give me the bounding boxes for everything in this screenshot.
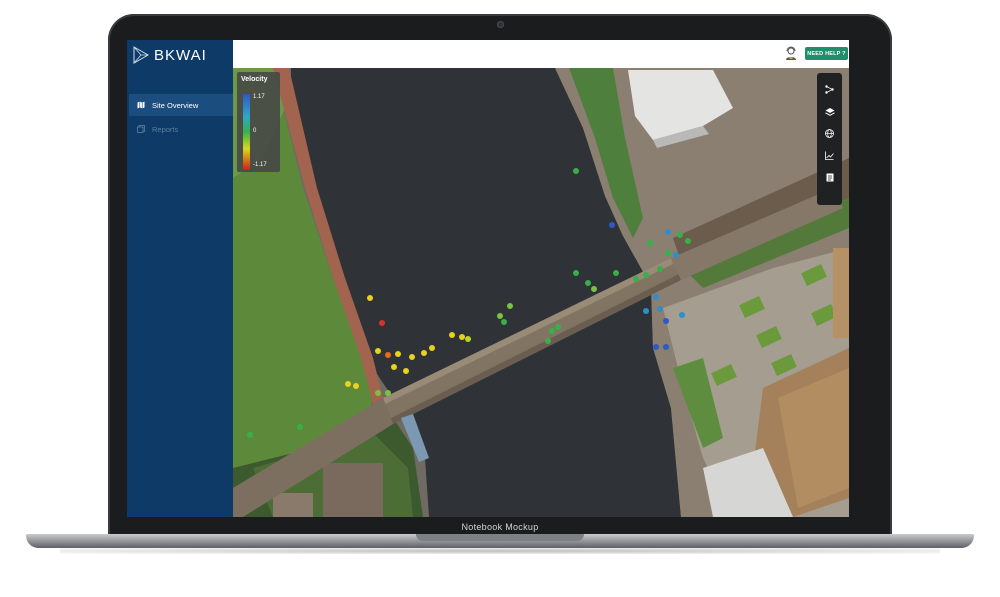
map-toolbar xyxy=(817,73,842,205)
legend-max-label: 1.17 xyxy=(253,94,265,100)
sidebar-item-reports[interactable]: Reports xyxy=(129,118,233,140)
velocity-point[interactable] xyxy=(367,295,373,301)
layers-icon xyxy=(824,107,835,116)
velocity-point[interactable] xyxy=(653,344,659,350)
reports-icon xyxy=(137,125,145,133)
sidebar-item-label: Site Overview xyxy=(152,100,199,110)
velocity-point[interactable] xyxy=(353,383,359,389)
legend-mid-label: 0 xyxy=(253,128,257,134)
velocity-point[interactable] xyxy=(545,338,551,344)
velocity-point[interactable] xyxy=(449,332,455,338)
velocity-point[interactable] xyxy=(403,368,409,374)
sidebar-item-site-overview[interactable]: Site Overview xyxy=(129,94,233,116)
velocity-point[interactable] xyxy=(663,344,669,350)
top-bar xyxy=(233,40,849,67)
logo-icon xyxy=(133,46,149,64)
app-screen: BKWAI Site Overview Reports NEED HELP ? xyxy=(127,40,849,517)
camera-icon xyxy=(497,21,504,28)
velocity-point[interactable] xyxy=(375,390,381,396)
velocity-point[interactable] xyxy=(573,168,579,174)
velocity-point[interactable] xyxy=(501,319,507,325)
laptop-base-notch xyxy=(416,534,584,541)
velocity-point[interactable] xyxy=(647,240,653,246)
velocity-point[interactable] xyxy=(653,294,659,300)
velocity-point[interactable] xyxy=(385,390,391,396)
velocity-point[interactable] xyxy=(685,238,691,244)
velocity-point[interactable] xyxy=(673,252,679,258)
map-view[interactable]: Velocity 1.17 0 -1.17 xyxy=(233,68,849,517)
device-label: Notebook Mockup xyxy=(461,522,539,532)
velocity-point[interactable] xyxy=(613,270,619,276)
legend-min-label: -1.17 xyxy=(253,162,267,168)
velocity-point[interactable] xyxy=(573,270,579,276)
sidebar-item-label: Reports xyxy=(152,124,179,134)
velocity-point[interactable] xyxy=(679,312,685,318)
aerial-map xyxy=(233,68,849,517)
velocity-point[interactable] xyxy=(429,345,435,351)
velocity-point[interactable] xyxy=(585,280,591,286)
velocity-point[interactable] xyxy=(497,313,503,319)
support-agent-icon[interactable] xyxy=(784,46,798,61)
globe-tool[interactable] xyxy=(823,127,836,140)
velocity-point[interactable] xyxy=(657,266,663,272)
velocity-point[interactable] xyxy=(465,336,471,342)
logo-text: BKWAI xyxy=(154,46,207,64)
velocity-point[interactable] xyxy=(591,286,597,292)
connect-icon xyxy=(825,85,834,94)
document-tool[interactable] xyxy=(823,171,836,184)
velocity-point[interactable] xyxy=(609,222,615,228)
map-icon xyxy=(137,101,145,109)
sidebar: BKWAI Site Overview Reports xyxy=(127,40,233,517)
need-help-button[interactable]: NEED HELP ? xyxy=(805,47,848,60)
velocity-point[interactable] xyxy=(409,354,415,360)
velocity-point[interactable] xyxy=(657,306,663,312)
velocity-point[interactable] xyxy=(247,432,253,438)
velocity-point[interactable] xyxy=(507,303,513,309)
legend-title: Velocity xyxy=(241,76,268,83)
velocity-point[interactable] xyxy=(391,364,397,370)
velocity-point[interactable] xyxy=(633,276,639,282)
document-icon xyxy=(826,173,833,182)
velocity-point[interactable] xyxy=(385,352,391,358)
layers-tool[interactable] xyxy=(823,105,836,118)
chart-icon xyxy=(825,151,834,160)
velocity-point[interactable] xyxy=(395,351,401,357)
velocity-point[interactable] xyxy=(297,424,303,430)
velocity-point[interactable] xyxy=(663,318,669,324)
velocity-point[interactable] xyxy=(345,381,351,387)
velocity-point[interactable] xyxy=(555,324,561,330)
logo[interactable]: BKWAI xyxy=(133,46,207,64)
velocity-point[interactable] xyxy=(677,232,683,238)
legend-color-bar xyxy=(243,94,250,170)
velocity-point[interactable] xyxy=(375,348,381,354)
velocity-point[interactable] xyxy=(549,328,555,334)
connect-tool[interactable] xyxy=(823,83,836,96)
chart-tool[interactable] xyxy=(823,149,836,162)
velocity-point[interactable] xyxy=(665,250,671,256)
velocity-point[interactable] xyxy=(643,308,649,314)
globe-icon xyxy=(825,129,834,138)
velocity-point[interactable] xyxy=(379,320,385,326)
velocity-point[interactable] xyxy=(421,350,427,356)
velocity-point[interactable] xyxy=(665,229,671,235)
velocity-point[interactable] xyxy=(643,272,649,278)
velocity-legend: Velocity 1.17 0 -1.17 xyxy=(237,72,280,172)
laptop-shadow xyxy=(60,548,940,554)
